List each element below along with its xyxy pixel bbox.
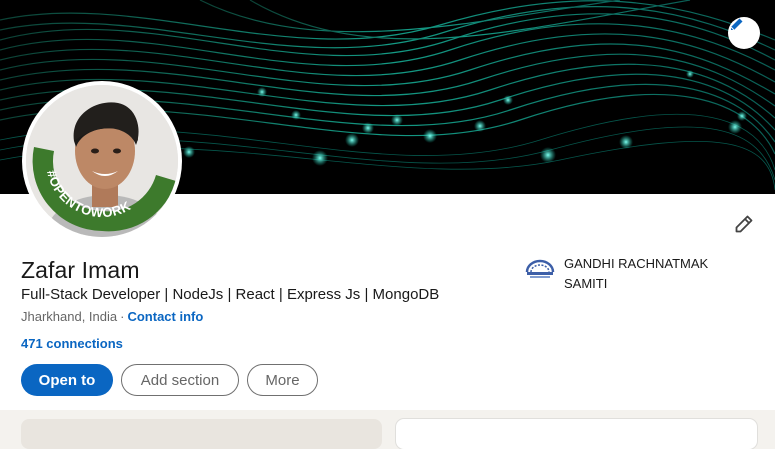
profile-card: #OPENTOWORK Zafar Imam Full-Stack Develo… xyxy=(0,0,775,410)
contact-info-link[interactable]: Contact info xyxy=(127,309,203,324)
profile-photo[interactable]: #OPENTOWORK xyxy=(22,81,182,241)
open-to-button[interactable]: Open to xyxy=(21,364,113,396)
separator: · xyxy=(120,309,125,324)
profile-name: Zafar Imam xyxy=(21,257,140,283)
add-section-button[interactable]: Add section xyxy=(121,364,239,396)
profile-headline: Full-Stack Developer | NodeJs | React | … xyxy=(21,286,440,303)
avatar-image: #OPENTOWORK xyxy=(26,85,178,237)
more-button[interactable]: More xyxy=(247,364,318,396)
edit-intro-button[interactable] xyxy=(730,212,756,238)
edit-banner-button[interactable] xyxy=(728,17,760,49)
side-card xyxy=(396,419,757,449)
organization-logo-icon xyxy=(525,259,555,278)
pencil-icon xyxy=(730,18,743,31)
organization-name: GANDHI RACHNATMAK SAMITI xyxy=(564,256,709,291)
pencil-icon xyxy=(735,215,753,233)
next-section-card xyxy=(21,419,382,449)
connections-link[interactable]: 471 connections xyxy=(21,335,123,353)
organization-link[interactable]: GANDHI RACHNATMAK SAMITI xyxy=(524,254,744,300)
avatar: #OPENTOWORK xyxy=(26,85,178,237)
profile-location-line: Jharkhand, India · Contact info xyxy=(21,308,203,326)
profile-location: Jharkhand, India xyxy=(21,309,118,324)
